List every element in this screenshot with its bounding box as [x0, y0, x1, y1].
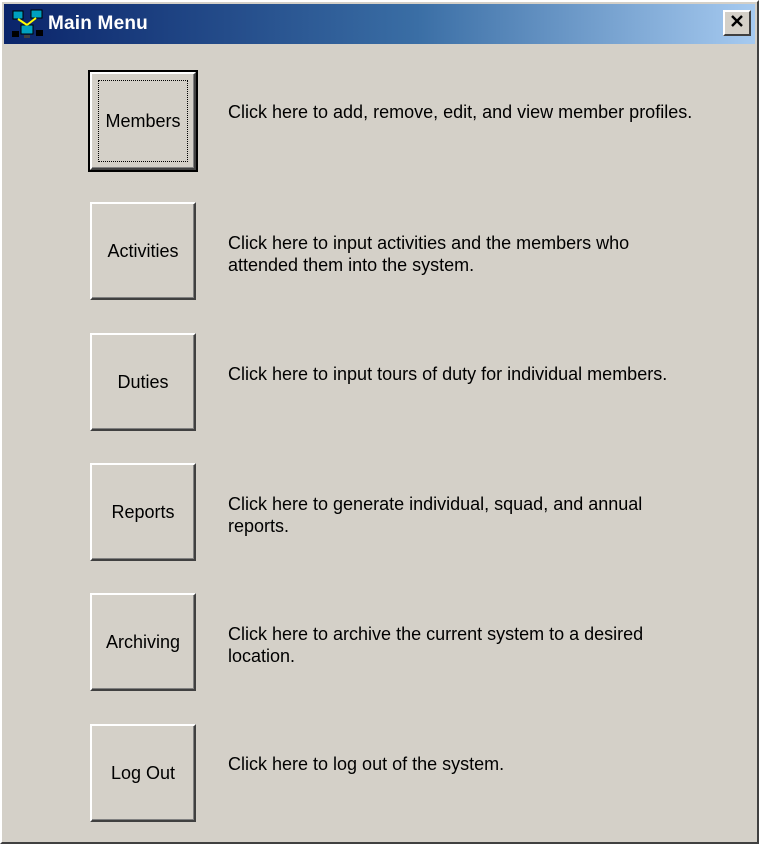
reports-button-label: Reports — [111, 501, 175, 522]
logout-button[interactable]: Log Out — [90, 724, 196, 822]
main-menu-window: Main Menu Members Click here to add, rem… — [0, 0, 759, 844]
duties-description: Click here to input tours of duty for in… — [228, 364, 668, 384]
activities-description: Click here to input activities and the m… — [228, 233, 630, 275]
close-button[interactable] — [723, 10, 751, 36]
members-description: Click here to add, remove, edit, and vie… — [228, 102, 693, 122]
logout-button-label: Log Out — [110, 762, 176, 783]
title-bar[interactable]: Main Menu — [4, 4, 755, 44]
menu-client-area: Members Click here to add, remove, edit,… — [2, 44, 757, 842]
archiving-description: Click here to archive the current system… — [228, 624, 644, 666]
reports-button[interactable]: Reports — [90, 463, 196, 561]
activities-button-label: Activities — [107, 240, 179, 261]
members-button[interactable]: Members — [88, 70, 198, 172]
network-computers-icon — [10, 8, 46, 40]
duties-button[interactable]: Duties — [90, 333, 196, 431]
activities-button[interactable]: Activities — [90, 202, 196, 300]
focus-rectangle — [98, 80, 188, 162]
logout-description: Click here to log out of the system. — [228, 754, 505, 774]
archiving-button-label: Archiving — [105, 631, 181, 652]
window-title: Main Menu — [48, 13, 148, 34]
archiving-button[interactable]: Archiving — [90, 593, 196, 691]
close-x-icon — [730, 14, 744, 32]
duties-button-label: Duties — [117, 371, 169, 392]
reports-description: Click here to generate individual, squad… — [228, 494, 643, 536]
